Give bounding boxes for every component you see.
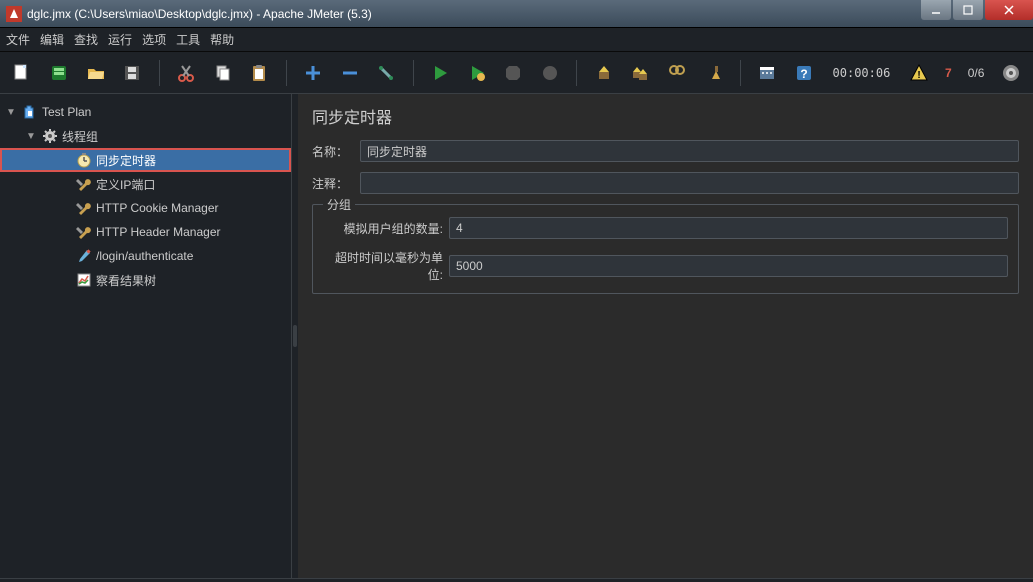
toolbar: ? 00:00:06 ! 7 0/6 [0,52,1033,94]
warning-count: 7 [945,66,952,80]
group-fieldset: 分组 模拟用户组的数量: 超时时间以毫秒为单位: [312,204,1019,294]
maximize-button[interactable] [953,0,983,20]
tree-root-label: Test Plan [42,105,91,119]
menu-run[interactable]: 运行 [108,31,132,48]
open-button[interactable] [81,58,110,88]
wrench-icon [76,200,92,216]
wrench-icon [76,176,92,192]
window-controls [919,0,1033,27]
tree-item-label: 定义IP端口 [96,176,155,193]
timeout-input[interactable] [449,255,1008,277]
menu-help[interactable]: 帮助 [210,31,234,48]
minimize-button[interactable] [921,0,951,20]
collapse-button[interactable] [335,58,364,88]
svg-text:!: ! [917,70,920,81]
tree-panel: ▼Test Plan▼线程组同步定时器定义IP端口 HTTP Cookie Man… [0,94,292,578]
window-title: dglc.jmx (C:\Users\miao\Desktop\dglc.jmx… [27,7,919,21]
menu-tools[interactable]: 工具 [176,31,200,48]
app-icon [6,6,22,22]
tree-item-label: /login/authenticate [96,249,193,263]
search-button[interactable] [663,58,692,88]
tree-item-label: 同步定时器 [96,152,156,169]
menubar: 文件 编辑 查找 运行 选项 工具 帮助 [0,28,1033,52]
stop-button[interactable] [499,58,528,88]
group-legend: 分组 [323,196,355,213]
sampler-icon [76,248,92,264]
menu-file[interactable]: 文件 [6,31,30,48]
start-button[interactable] [426,58,455,88]
cut-button[interactable] [172,58,201,88]
tree-item-0[interactable]: 同步定时器 [0,148,291,172]
menu-edit[interactable]: 编辑 [40,31,64,48]
timeout-label: 超时时间以毫秒为单位: [323,249,449,283]
panel-title: 同步定时器 [312,104,1019,128]
testplan-icon [22,104,38,120]
tree-group-label: 线程组 [62,128,98,145]
tree-item-2[interactable]: HTTP Cookie Manager [0,196,291,220]
tree-item-label: HTTP Cookie Manager [96,201,219,215]
tree-item-label: HTTP Header Manager [96,225,221,239]
warning-icon[interactable]: ! [904,58,933,88]
threads-icon [996,58,1025,88]
close-button[interactable] [985,0,1033,20]
tree-item-4[interactable]: /login/authenticate [0,244,291,268]
help-button[interactable]: ? [790,58,819,88]
shutdown-button[interactable] [536,58,565,88]
titlebar: dglc.jmx (C:\Users\miao\Desktop\dglc.jmx… [0,0,1033,28]
menu-options[interactable]: 选项 [142,31,166,48]
timer-icon [76,152,92,168]
name-label: 名称： [312,143,360,160]
copy-button[interactable] [208,58,237,88]
svg-text:?: ? [801,67,808,81]
tree-item-5[interactable]: 察看结果树 [0,268,291,292]
users-label: 模拟用户组的数量: [323,220,449,237]
statusbar [0,578,1033,582]
tree-root[interactable]: ▼Test Plan [0,100,291,124]
clear-button[interactable] [589,58,618,88]
save-button[interactable] [118,58,147,88]
name-input[interactable] [360,140,1019,162]
start-no-pause-button[interactable] [462,58,491,88]
thread-count: 0/6 [968,66,985,80]
clear-all-button[interactable] [626,58,655,88]
function-helper-button[interactable] [753,58,782,88]
tree-threadgroup[interactable]: ▼线程组 [0,124,291,148]
gear-icon [42,128,58,144]
comment-label: 注释： [312,175,360,192]
main-area: ▼Test Plan▼线程组同步定时器定义IP端口HTTP Cookie Man… [0,94,1033,578]
templates-button[interactable] [45,58,74,88]
new-button[interactable] [8,58,37,88]
chart-icon [76,272,92,288]
reset-search-button[interactable] [700,58,729,88]
expand-button[interactable] [299,58,328,88]
users-input[interactable] [449,217,1008,239]
wrench-icon [76,224,92,240]
content-panel: 同步定时器 名称： 注释： 分组 模拟用户组的数量: 超时时间以毫秒为单位: [298,94,1033,578]
paste-button[interactable] [245,58,274,88]
elapsed-time: 00:00:06 [833,66,891,80]
tree-item-label: 察看结果树 [96,272,156,289]
comment-input[interactable] [360,172,1019,194]
menu-search[interactable]: 查找 [74,31,98,48]
tree-item-3[interactable]: HTTP Header Manager [0,220,291,244]
toggle-button[interactable] [372,58,401,88]
tree-item-1[interactable]: 定义IP端口 [0,172,291,196]
